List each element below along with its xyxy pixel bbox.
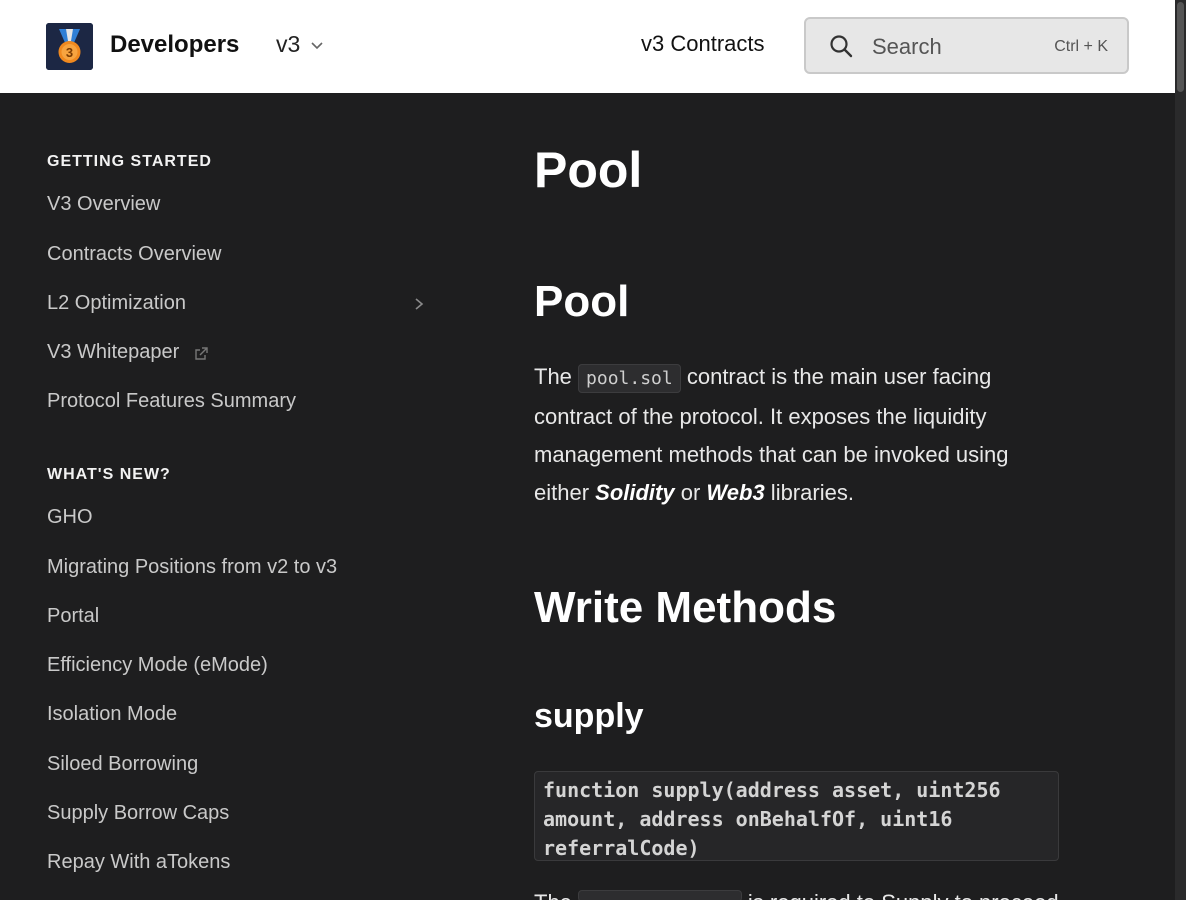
search-icon [830, 35, 853, 58]
sidebar-item-label: Contracts Overview [47, 243, 222, 265]
external-link-icon [195, 346, 208, 360]
sidebar-item-repay-with-atokens[interactable]: Repay With aTokens [47, 851, 230, 874]
brand-name[interactable]: Developers [110, 31, 239, 59]
emphasis-web3: Web3 [706, 480, 765, 505]
sidebar-item-efficiency-mode[interactable]: Efficiency Mode (eMode) [47, 654, 268, 677]
sidebar-item-label: Siloed Borrowing [47, 753, 199, 775]
sidebar: GETTING STARTED V3 Overview Contracts Ov… [0, 93, 440, 900]
sidebar-item-label: Isolation Mode [47, 703, 178, 725]
sidebar-item-label: V3 Overview [47, 193, 161, 215]
nav-link-v3-contracts[interactable]: v3 Contracts [641, 31, 765, 57]
intro-paragraph: The pool.sol contract is the main user f… [534, 358, 1044, 512]
partial-text: The [534, 890, 572, 900]
svg-text:3: 3 [66, 45, 73, 60]
emphasis-solidity: Solidity [595, 480, 675, 505]
main-content: Pool Pool The pool.sol contract is the m… [534, 93, 1174, 900]
intro-text: The [534, 364, 579, 389]
section-heading-pool: Pool [534, 277, 630, 326]
scrollbar-track[interactable] [1175, 0, 1186, 900]
method-heading-supply: supply [534, 697, 644, 735]
sidebar-section-title: WHAT'S NEW? [47, 466, 171, 483]
inline-code-partial [577, 890, 742, 900]
scrollbar-thumb[interactable] [1177, 2, 1184, 92]
sidebar-item-label: GHO [47, 506, 93, 528]
partial-paragraph: The is required to Supply to proceed [534, 890, 1174, 900]
sidebar-item-l2-optimization[interactable]: L2 Optimization [47, 292, 186, 315]
sidebar-item-label: Supply Borrow Caps [47, 802, 230, 824]
sidebar-item-v3-overview[interactable]: V3 Overview [47, 193, 160, 216]
sidebar-section-title: GETTING STARTED [47, 153, 212, 170]
sidebar-item-label: V3 Whitepaper [47, 341, 180, 363]
section-heading-write-methods: Write Methods [534, 583, 837, 632]
logo-medal-icon[interactable]: 3 [46, 23, 93, 70]
sidebar-item-label: Migrating Positions from v2 to v3 [47, 556, 338, 578]
sidebar-item-isolation-mode[interactable]: Isolation Mode [47, 703, 177, 726]
sidebar-item-v3-whitepaper[interactable]: V3 Whitepaper [47, 341, 209, 364]
sidebar-item-protocol-features-summary[interactable]: Protocol Features Summary [47, 390, 296, 413]
sidebar-item-label: Protocol Features Summary [47, 390, 296, 412]
search-button[interactable]: Search Ctrl + K [804, 17, 1129, 74]
sidebar-item-siloed-borrowing[interactable]: Siloed Borrowing [47, 753, 198, 776]
sidebar-item-contracts-overview[interactable]: Contracts Overview [47, 243, 222, 266]
partial-text: is required to Supply to proceed [748, 890, 1059, 900]
sidebar-item-supply-borrow-caps[interactable]: Supply Borrow Caps [47, 802, 229, 825]
version-label: v3 [276, 31, 301, 57]
search-shortcut-hint: Ctrl + K [1054, 38, 1108, 55]
sidebar-item-migrating-positions[interactable]: Migrating Positions from v2 to v3 [47, 556, 337, 579]
top-navbar: 3 Developers v3 v3 Contracts Search Ctrl… [0, 0, 1175, 93]
search-placeholder: Search [872, 34, 942, 59]
sidebar-item-label: Portal [47, 605, 100, 627]
chevron-down-icon [311, 41, 323, 49]
code-block-supply-signature[interactable]: function supply(address asset, uint256 a… [534, 771, 1059, 861]
sidebar-item-label: L2 Optimization [47, 292, 186, 314]
sidebar-item-label: Repay With aTokens [47, 851, 231, 873]
sidebar-item-portal[interactable]: Portal [47, 605, 99, 628]
intro-text: or [674, 480, 707, 505]
version-selector[interactable]: v3 [276, 31, 324, 58]
inline-code-pool-sol: pool.sol [578, 364, 681, 393]
page-title: Pool [534, 142, 643, 198]
sidebar-item-label: Efficiency Mode (eMode) [47, 654, 268, 676]
intro-text: libraries. [764, 480, 854, 505]
chevron-right-icon[interactable] [413, 297, 425, 311]
sidebar-item-gho[interactable]: GHO [47, 506, 93, 529]
